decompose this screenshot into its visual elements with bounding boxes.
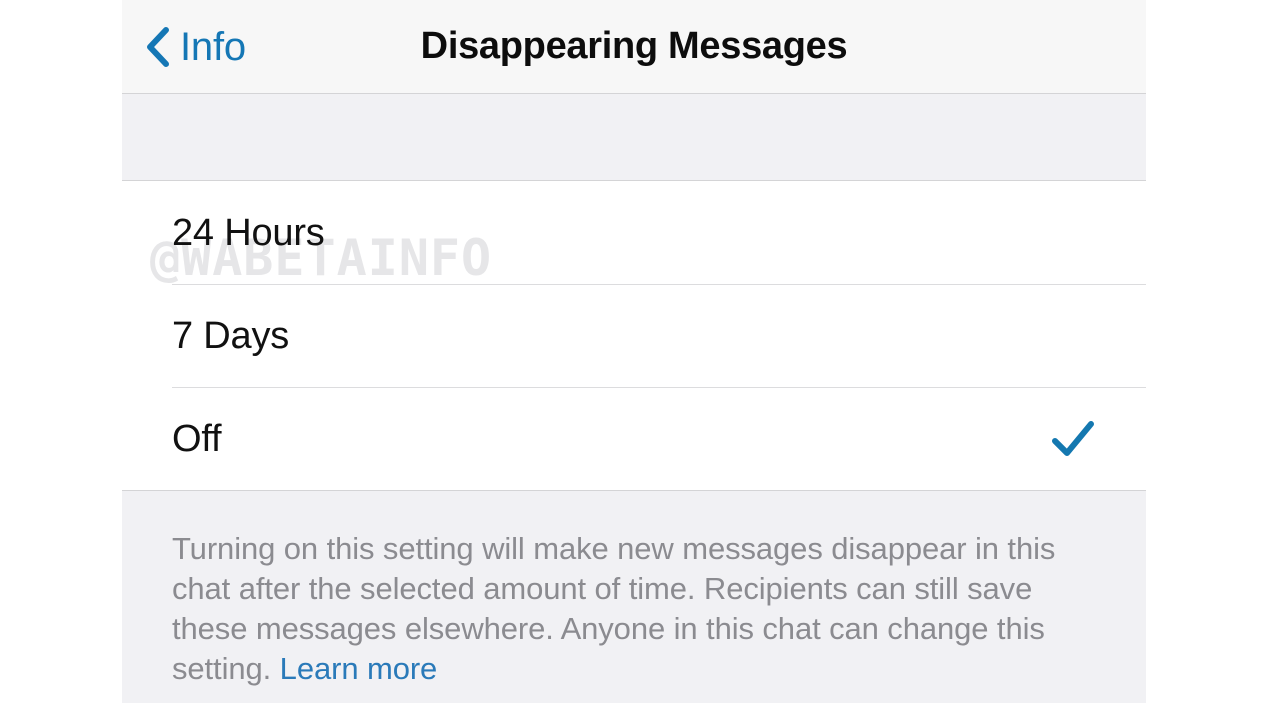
- option-label: 24 Hours: [172, 211, 325, 254]
- option-label: Off: [172, 417, 222, 460]
- footer-description: Turning on this setting will make new me…: [172, 529, 1082, 689]
- screen-root: Info Disappearing Messages @WABETAINFO 2…: [0, 0, 1280, 720]
- checkmark-icon: [1050, 416, 1096, 462]
- option-list: @WABETAINFO 24 Hours 7 Days Off: [122, 181, 1146, 490]
- learn-more-link[interactable]: Learn more: [280, 651, 438, 686]
- checkmark-placeholder: [1050, 210, 1096, 256]
- checkmark-placeholder: [1050, 313, 1096, 359]
- section-spacer: [122, 94, 1146, 181]
- phone-content-column: Info Disappearing Messages @WABETAINFO 2…: [122, 0, 1146, 720]
- option-row-off[interactable]: Off: [122, 387, 1146, 490]
- option-label: 7 Days: [172, 314, 290, 357]
- footer-note: Turning on this setting will make new me…: [122, 490, 1146, 703]
- navigation-bar: Info Disappearing Messages: [122, 0, 1146, 94]
- option-row-7-days[interactable]: 7 Days: [122, 284, 1146, 387]
- page-title: Disappearing Messages: [420, 25, 848, 67]
